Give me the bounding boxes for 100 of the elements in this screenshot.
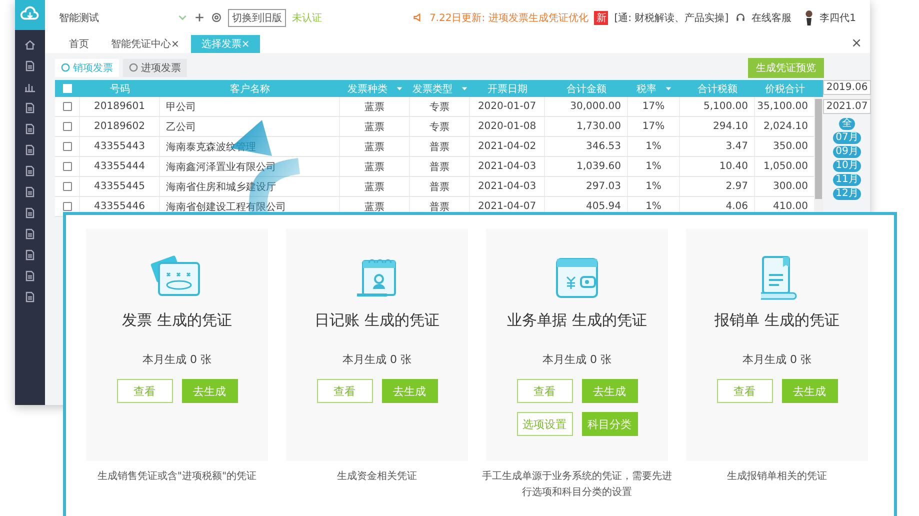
monthly-count: 本月生成 0 张 (742, 352, 812, 367)
preview-button[interactable]: 生成凭证预览 (748, 58, 824, 78)
document-icon[interactable] (24, 228, 36, 240)
card-action-button[interactable]: 查看 (116, 379, 172, 403)
row-checkbox[interactable] (62, 102, 72, 111)
plus-icon[interactable] (194, 12, 205, 23)
card-action-button[interactable]: 查看 (516, 379, 572, 403)
card-action-button[interactable]: 去生成 (782, 379, 838, 403)
table-cell: 20189602 (94, 121, 145, 132)
month-chip[interactable]: 10月 (832, 160, 862, 172)
table-cell: 1% (646, 201, 662, 212)
document-icon[interactable] (24, 165, 36, 177)
new-badge: 新 (594, 10, 608, 24)
table-cell: 1% (646, 161, 662, 172)
invoice-type-tab[interactable]: 进项发票 (123, 58, 187, 76)
column-header[interactable]: 发票类型 (412, 82, 452, 96)
table-cell-text: 普票 (430, 160, 450, 174)
month-chip[interactable]: 11月 (832, 174, 862, 186)
chart-icon[interactable] (24, 81, 36, 93)
card-description: 生成资金相关凭证 (336, 470, 418, 484)
card-action-button[interactable]: 查看 (716, 379, 772, 403)
page-tab[interactable]: 首页 (59, 35, 99, 53)
card-title: 业务单据 生成的凭证 (507, 311, 647, 330)
table-cell: 43355445 (94, 181, 145, 192)
user-name[interactable]: 李四代1 (820, 10, 856, 24)
table-cell: 405.94 (586, 201, 621, 212)
table-cell: 35,100.00 (757, 101, 808, 112)
speaker-icon (412, 12, 424, 23)
document-icon[interactable] (24, 249, 36, 261)
table-cell: 410.00 (773, 201, 808, 212)
document-icon[interactable] (24, 102, 36, 114)
month-chip[interactable]: 全 (839, 118, 855, 130)
table-cell: 17% (642, 121, 665, 132)
table-cell-text: 蓝票 (364, 180, 384, 194)
column-header[interactable]: 号码 (110, 82, 130, 96)
select-all-checkbox[interactable] (63, 84, 72, 93)
table-cell: 10.40 (719, 161, 748, 172)
close-icon[interactable]: × (851, 35, 862, 53)
column-header[interactable]: 合计税额 (698, 82, 738, 96)
table-cell: 1,050.00 (763, 161, 808, 172)
table-cell: 2021-04-03 (478, 181, 536, 192)
card-action-button[interactable]: 去生成 (182, 379, 238, 403)
table-cell: 297.03 (586, 181, 621, 192)
switch-version-button[interactable]: 切换到旧版 (228, 8, 286, 26)
document-icon[interactable] (24, 186, 36, 198)
column-header[interactable]: 发票种类 (348, 82, 388, 96)
table-cell-text: 普票 (430, 180, 450, 194)
page-tab[interactable]: 智能凭证中心× (101, 35, 190, 53)
headset-icon[interactable] (734, 12, 746, 23)
row-checkbox[interactable] (62, 142, 72, 151)
row-checkbox[interactable] (62, 202, 72, 211)
month-chip[interactable]: 12月 (832, 188, 862, 200)
row-checkbox[interactable] (62, 122, 72, 131)
card-title: 报销单 生成的凭证 (714, 311, 840, 330)
table-cell: 350.00 (773, 141, 808, 152)
row-checkbox[interactable] (62, 162, 72, 171)
column-header[interactable]: 合计金额 (566, 82, 606, 96)
document-icon[interactable] (24, 60, 36, 72)
column-header[interactable]: 价税合计 (765, 82, 805, 96)
document-icon[interactable] (24, 291, 36, 303)
card-action-button[interactable]: 科目分类 (582, 412, 638, 436)
row-checkbox[interactable] (62, 182, 72, 191)
column-header[interactable]: 开票日期 (488, 82, 528, 96)
table-cell: 1% (646, 181, 662, 192)
table-cell: 5,100.00 (703, 101, 748, 112)
table-cell: 3.47 (726, 141, 748, 152)
update-notice[interactable]: 7.22日更新: 进项发票生成凭证优化 (429, 10, 588, 24)
column-header[interactable]: 税率 (636, 82, 656, 96)
live-link[interactable]: [通: 财税解读、产品实操] (614, 10, 729, 24)
monthly-count: 本月生成 0 张 (142, 352, 212, 367)
period-start-field[interactable]: 2019.06 (823, 80, 871, 95)
document-icon[interactable] (24, 270, 36, 282)
document-icon[interactable] (24, 123, 36, 135)
card-action-button[interactable]: 去生成 (382, 379, 438, 403)
service-link[interactable]: 在线客服 (752, 10, 792, 24)
table-cell-text: 蓝票 (364, 120, 384, 134)
table-cell: 2020-01-07 (478, 101, 536, 112)
column-header[interactable]: 客户名称 (230, 82, 270, 96)
home-icon[interactable] (24, 39, 36, 51)
table-cell: 17% (642, 101, 665, 112)
period-end-field[interactable]: 2021.07 (823, 99, 871, 114)
month-chip[interactable]: 07月 (832, 132, 862, 144)
card-action-button[interactable]: 查看 (316, 379, 372, 403)
table-cell: 1% (646, 141, 662, 152)
month-chip[interactable]: 09月 (832, 146, 862, 158)
table-cell-text: 蓝票 (364, 160, 384, 174)
scrollbar-thumb[interactable] (815, 99, 822, 199)
card-action-button[interactable]: 去生成 (582, 379, 638, 403)
table-cell: 43355443 (94, 141, 145, 152)
table-cell: 43355444 (94, 161, 145, 172)
card-action-button[interactable]: 选项设置 (516, 412, 572, 436)
settings-icon[interactable] (211, 12, 222, 23)
document-icon[interactable] (24, 144, 36, 156)
table-cell: 2021-04-07 (478, 201, 536, 212)
invoice-type-tab[interactable]: 销项发票 (55, 58, 119, 76)
page-tab[interactable]: 选择发票× (191, 35, 260, 53)
user-avatar-icon[interactable] (804, 8, 814, 26)
table-cell-text: 蓝票 (364, 200, 384, 214)
company-name[interactable]: 智能测试 (59, 10, 171, 24)
document-icon[interactable] (24, 207, 36, 219)
